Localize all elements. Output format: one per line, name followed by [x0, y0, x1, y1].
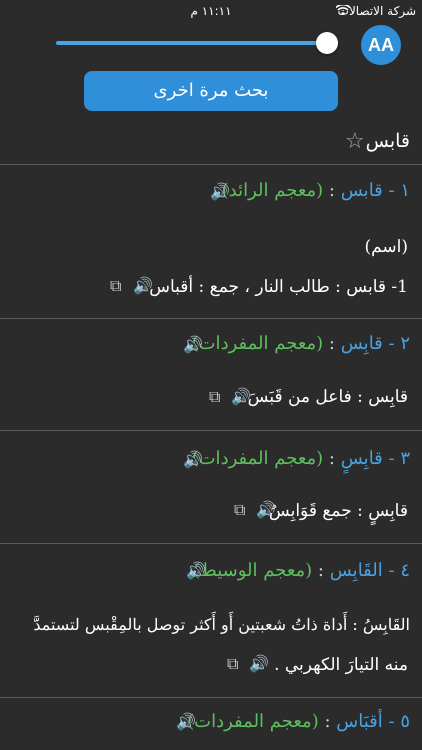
speaker-icon[interactable]: 🔊 — [210, 182, 230, 201]
speaker-icon[interactable]: 🔊 — [186, 561, 206, 580]
entry-header: ٣ - قابِسٍ : (معجم المفردات) — [192, 448, 410, 469]
entry-header: ٥ - أقبَاس : (معجم المفردات) — [187, 711, 410, 732]
favorite-star-icon[interactable]: ☆ — [345, 129, 365, 154]
searched-word: قابس — [365, 130, 410, 152]
entry-word: أقبَاس — [336, 711, 383, 732]
entry-number: ٣ - — [388, 448, 410, 469]
dictionary-name: (معجم المفردات) — [191, 333, 324, 354]
entry-separator: : — [328, 180, 335, 201]
entry-header: ٤ - القَابِس : (معجم الوسيط) — [193, 560, 410, 581]
divider — [0, 164, 422, 165]
definition-line: القَابِسُ : أَداة ذاتُ شعبتين أَو أَكثر … — [33, 615, 410, 634]
font-size-button[interactable]: AA — [361, 25, 401, 65]
slider-knob[interactable] — [316, 32, 338, 54]
speaker-icon[interactable]: 🔊 — [183, 450, 203, 469]
speaker-icon[interactable]: 🔊 — [176, 712, 196, 731]
definition-line: 1- قابس : طالب النار ، جمع : أقباس — [149, 277, 408, 297]
speaker-icon[interactable]: 🔊 — [256, 500, 276, 519]
status-bar: ١١:١١ م شركة الاتصالات — [0, 0, 422, 22]
word-header: قابس ☆ — [0, 124, 422, 164]
divider — [0, 543, 422, 544]
entry-separator: : — [328, 448, 335, 469]
dictionary-name: (معجم المفردات) — [187, 711, 319, 732]
copy-icon[interactable]: ⧉ — [209, 387, 220, 407]
dictionary-name: (معجم الرائد) — [221, 180, 324, 201]
definition-line: منه التيارَ الكهربي . — [274, 655, 408, 675]
copy-icon[interactable]: ⧉ — [234, 500, 245, 520]
entry-number: ١ - — [388, 180, 410, 201]
entry-number: ٥ - — [388, 711, 410, 732]
search-again-button[interactable]: بحث مرة اخرى — [84, 71, 338, 111]
carrier-name: شركة الاتصالات — [337, 4, 416, 18]
entry-separator: : — [317, 560, 324, 581]
entry-word: قابِس — [340, 333, 383, 354]
entry-number: ٢ - — [388, 333, 410, 354]
entry-header: ٢ - قابِس : (معجم المفردات) — [192, 333, 410, 354]
speaker-icon[interactable]: 🔊 — [249, 654, 269, 673]
copy-icon[interactable]: ⧉ — [227, 654, 238, 674]
dictionary-name: (معجم الوسيط) — [193, 560, 313, 581]
divider — [0, 430, 422, 431]
entry-separator: : — [328, 333, 335, 354]
speaker-icon[interactable]: 🔊 — [183, 335, 203, 354]
speaker-icon[interactable]: 🔊 — [231, 387, 251, 406]
copy-icon[interactable]: ⧉ — [110, 276, 121, 296]
divider — [0, 697, 422, 698]
entry-header: ١ - قابس : (معجم الرائد) — [222, 180, 410, 201]
definition-line: قابِس : فاعل من قَبَسَ — [247, 387, 408, 407]
font-size-slider[interactable] — [56, 41, 328, 45]
definition-line: (اسم) — [364, 237, 408, 257]
entry-word: قابِسٍ — [340, 448, 383, 469]
entry-word: قابس — [340, 180, 383, 201]
status-time: ١١:١١ م — [190, 4, 232, 18]
entry-number: ٤ - — [388, 560, 410, 581]
speaker-icon[interactable]: 🔊 — [133, 276, 153, 295]
definition-line: قابِسٍ : جمع قَوَابِسُ — [268, 501, 408, 521]
divider — [0, 318, 422, 319]
dictionary-name: (معجم المفردات) — [191, 448, 324, 469]
entry-separator: : — [324, 711, 331, 732]
entry-word: القَابِس — [329, 560, 383, 581]
